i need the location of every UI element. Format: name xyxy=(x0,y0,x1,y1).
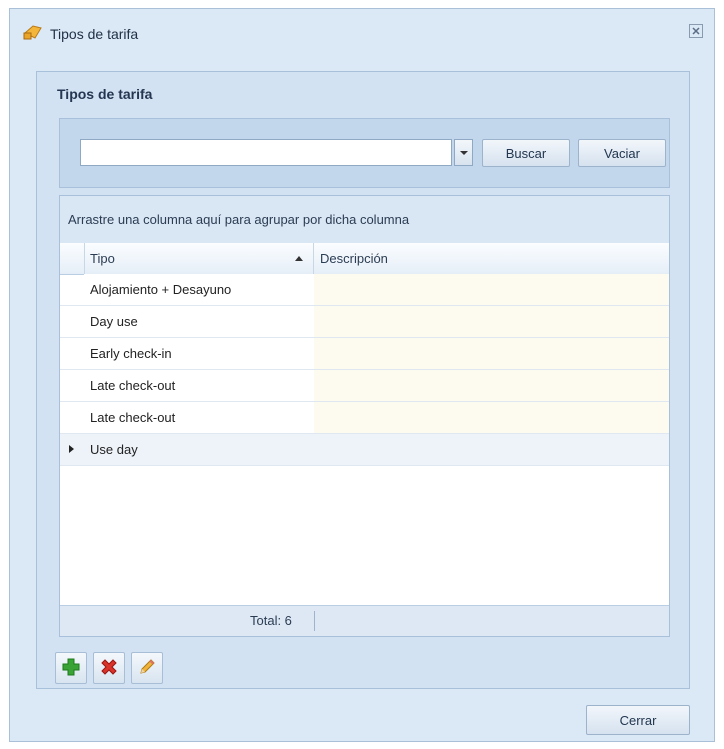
column-label-tipo: Tipo xyxy=(90,251,115,266)
column-header-tipo[interactable]: Tipo xyxy=(84,243,314,274)
grid-footer: Total: 6 xyxy=(60,605,669,636)
row-indicator xyxy=(60,274,85,305)
cell-tipo[interactable]: Early check-in xyxy=(84,338,315,369)
cell-descripcion[interactable] xyxy=(314,274,669,305)
cell-descripcion[interactable] xyxy=(314,306,669,337)
cell-tipo[interactable]: Day use xyxy=(84,306,315,337)
delete-button[interactable] xyxy=(93,652,125,684)
group-by-panel[interactable]: Arrastre una columna aquí para agrupar p… xyxy=(60,196,669,244)
row-indicator-header xyxy=(60,243,85,274)
delete-icon xyxy=(99,657,119,680)
search-input[interactable] xyxy=(80,139,452,166)
edit-button[interactable] xyxy=(131,652,163,684)
column-label-descripcion: Descripción xyxy=(320,251,388,266)
grid-header: Tipo Descripción xyxy=(60,243,669,275)
tag-icon xyxy=(23,24,43,40)
cell-text: Day use xyxy=(90,314,138,329)
plus-icon xyxy=(61,657,81,680)
table-row[interactable]: Late check-out xyxy=(60,370,669,402)
cell-tipo[interactable]: Use day xyxy=(84,434,315,465)
row-indicator xyxy=(60,434,85,465)
cell-text: Alojamiento + Desayuno xyxy=(90,282,232,297)
cerrar-button[interactable]: Cerrar xyxy=(586,705,690,735)
dialog-window: Tipos de tarifa Tipos de tarifa Buscar V… xyxy=(9,8,715,742)
group-by-hint: Arrastre una columna aquí para agrupar p… xyxy=(68,212,410,227)
table-row[interactable]: Day use xyxy=(60,306,669,338)
cell-tipo[interactable]: Alojamiento + Desayuno xyxy=(84,274,315,305)
title-bar: Tipos de tarifa xyxy=(10,9,714,49)
row-indicator xyxy=(60,306,85,337)
window-title: Tipos de tarifa xyxy=(50,26,139,42)
grid-rows: Alojamiento + Desayuno Day use Early che… xyxy=(60,274,669,466)
buscar-button[interactable]: Buscar xyxy=(482,139,570,167)
cell-tipo[interactable]: Late check-out xyxy=(84,402,315,433)
cell-text: Early check-in xyxy=(90,346,172,361)
chevron-down-icon[interactable] xyxy=(454,139,473,166)
add-button[interactable] xyxy=(55,652,87,684)
total-count: Total: 6 xyxy=(250,613,292,628)
cell-tipo[interactable]: Late check-out xyxy=(84,370,315,401)
table-row[interactable]: Late check-out xyxy=(60,402,669,434)
pencil-icon xyxy=(137,657,157,680)
row-indicator xyxy=(60,370,85,401)
cell-descripcion[interactable] xyxy=(314,402,669,433)
cell-descripcion[interactable] xyxy=(314,338,669,369)
row-indicator xyxy=(60,402,85,433)
tarifa-grid: Arrastre una columna aquí para agrupar p… xyxy=(59,195,670,637)
cell-text: Use day xyxy=(90,442,138,457)
cell-text: Late check-out xyxy=(90,410,176,425)
current-row-arrow-icon xyxy=(69,445,74,453)
table-row[interactable]: Early check-in xyxy=(60,338,669,370)
group-title: Tipos de tarifa xyxy=(57,86,153,102)
search-panel: Buscar Vaciar xyxy=(59,118,670,188)
table-row[interactable]: Alojamiento + Desayuno xyxy=(60,274,669,306)
row-indicator xyxy=(60,338,85,369)
footer-divider xyxy=(314,611,315,631)
cell-descripcion[interactable] xyxy=(314,434,669,465)
close-icon[interactable] xyxy=(688,23,704,39)
column-header-descripcion[interactable]: Descripción xyxy=(314,243,669,274)
sort-ascending-icon xyxy=(295,256,303,261)
vaciar-button[interactable]: Vaciar xyxy=(578,139,666,167)
cell-descripcion[interactable] xyxy=(314,370,669,401)
tarifa-groupbox: Tipos de tarifa Buscar Vaciar Arrastre u… xyxy=(36,71,690,689)
table-row-current[interactable]: Use day xyxy=(60,434,669,466)
cell-text: Late check-out xyxy=(90,378,176,393)
